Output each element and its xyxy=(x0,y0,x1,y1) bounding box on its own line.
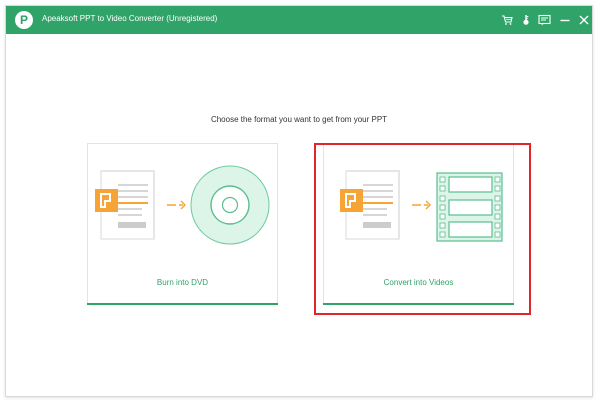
card-underline xyxy=(87,303,278,305)
app-window: P Apeaksoft PPT to Video Converter (Unre… xyxy=(5,5,593,397)
feedback-icon[interactable] xyxy=(536,11,552,29)
window-title: Apeaksoft PPT to Video Converter (Unregi… xyxy=(42,14,218,23)
burn-into-dvd-label: Burn into DVD xyxy=(156,278,209,287)
close-icon[interactable] xyxy=(576,11,592,29)
format-prompt: Choose the format you want to get from y… xyxy=(210,115,388,124)
cart-icon[interactable] xyxy=(499,11,515,29)
app-logo-icon: P xyxy=(15,11,33,29)
ppt-to-dvd-icon xyxy=(95,165,270,245)
selection-highlight xyxy=(314,143,531,315)
burn-into-dvd-option[interactable]: Burn into DVD xyxy=(87,143,278,305)
title-bar: P Apeaksoft PPT to Video Converter (Unre… xyxy=(6,6,592,34)
key-icon[interactable] xyxy=(518,11,534,29)
minimize-icon[interactable] xyxy=(557,11,573,29)
